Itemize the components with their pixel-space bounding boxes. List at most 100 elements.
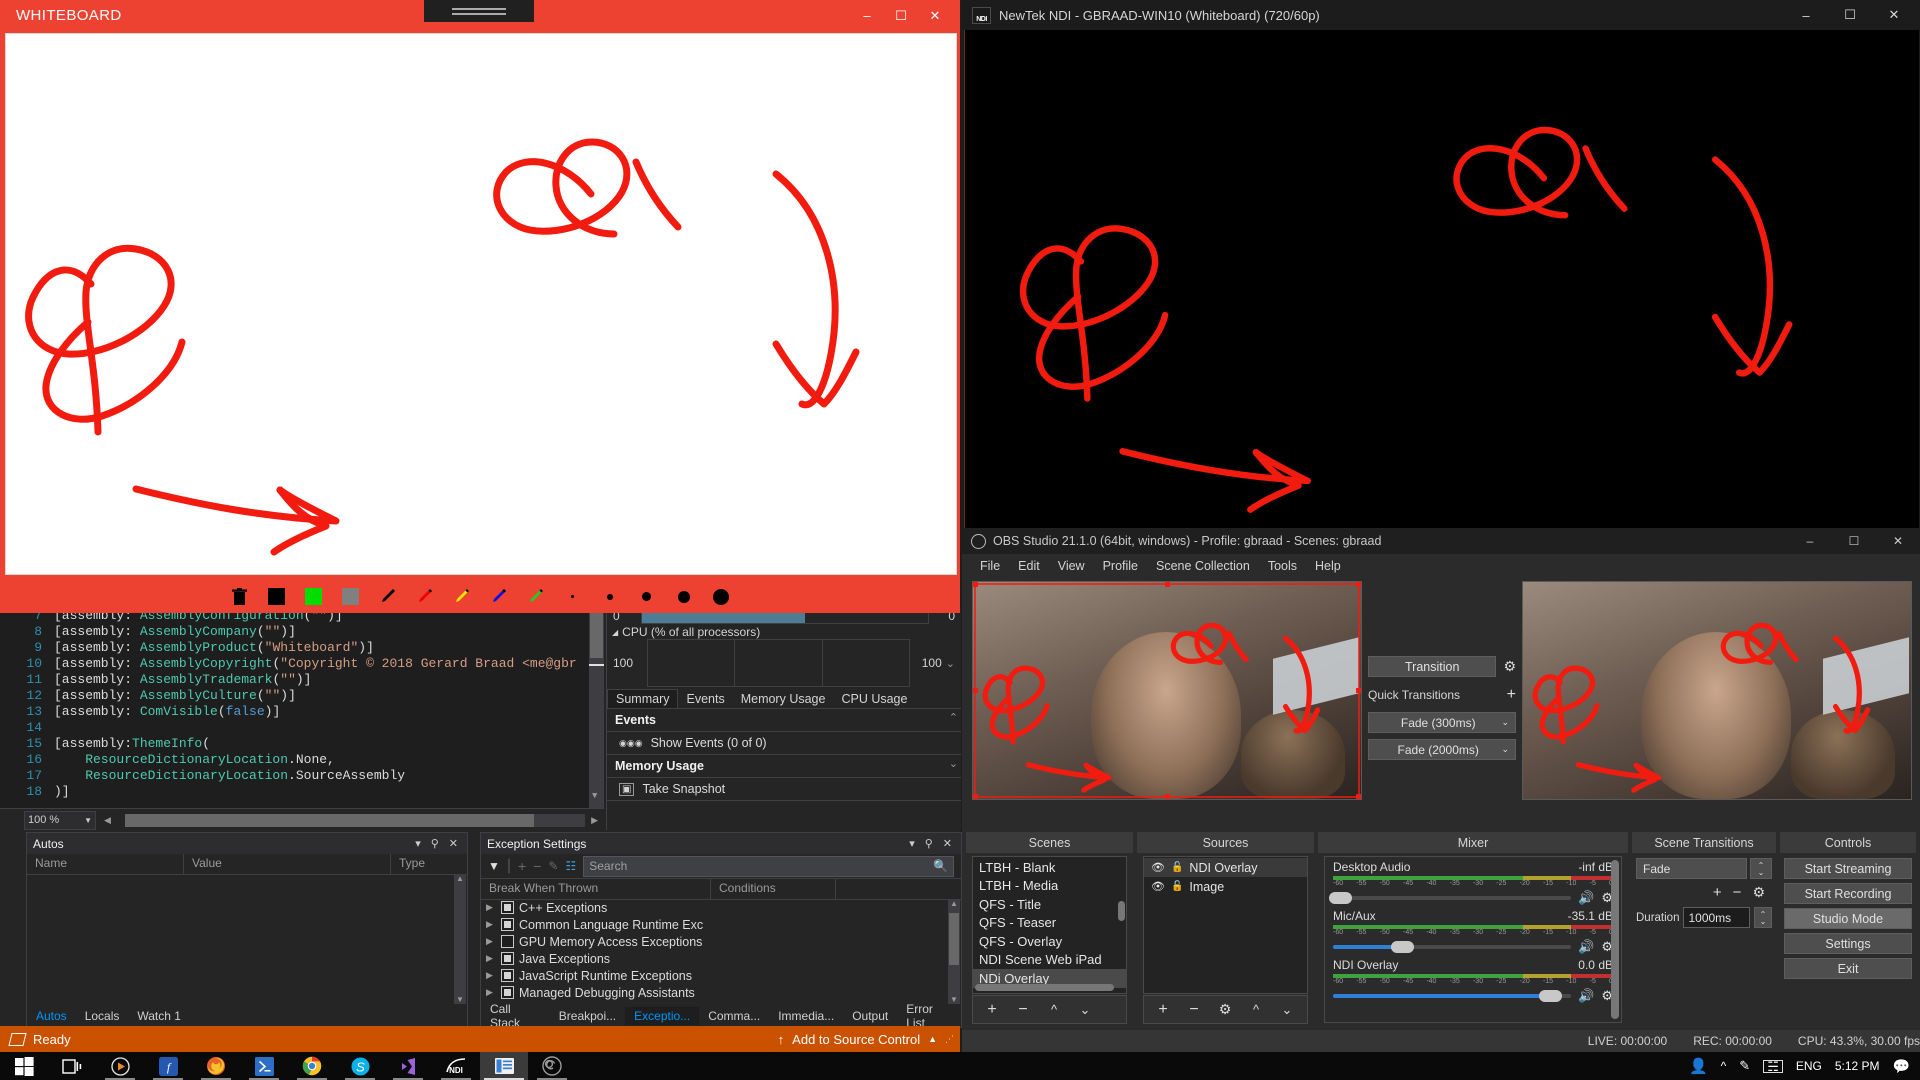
source-control-up-arrow-icon[interactable]: ↑ <box>778 1032 785 1047</box>
taskbar-visual-studio[interactable] <box>480 1052 528 1080</box>
exception-checkbox[interactable] <box>501 918 514 931</box>
expand-arrow-icon[interactable]: ▶ <box>486 987 496 998</box>
editor-horizontal-scrollbar[interactable] <box>124 813 586 827</box>
add-quick-transition-icon[interactable]: + <box>1507 686 1516 704</box>
autos-scrollbar[interactable]: ▲ ▼ <box>454 874 466 1004</box>
brush-size-1-button[interactable] <box>562 586 584 608</box>
mixer-scrollbar[interactable] <box>1611 860 1619 1019</box>
clear-trash-button[interactable] <box>229 586 251 608</box>
notifications-icon[interactable]: 💬 <box>1893 1058 1910 1075</box>
chevron-down-icon[interactable]: ▾ <box>906 837 918 850</box>
taskbar-skype[interactable]: S <box>336 1052 384 1080</box>
eye-icon[interactable]: 👁 <box>1151 861 1165 874</box>
taskbar-f-app[interactable]: f <box>144 1052 192 1080</box>
close-icon[interactable]: ✕ <box>918 0 952 31</box>
pen-icon[interactable]: ✎ <box>1739 1058 1750 1074</box>
minimize-icon[interactable]: – <box>1788 528 1832 554</box>
brush-size-3-button[interactable] <box>636 586 658 608</box>
show-hidden-icons-button[interactable]: ^ <box>1721 1059 1727 1073</box>
edit-condition-icon[interactable]: ✎ <box>548 859 558 873</box>
menu-scene-collection[interactable]: Scene Collection <box>1147 556 1259 576</box>
volume-slider[interactable] <box>1333 990 1572 1002</box>
quick-transition-fade-300[interactable]: Fade (300ms) ⌄ <box>1368 712 1516 733</box>
move-source-down-button[interactable]: ⌄ <box>1273 998 1301 1022</box>
minimize-icon[interactable]: – <box>850 0 884 31</box>
lock-icon[interactable]: 🔓 <box>1171 862 1183 873</box>
scroll-up-arrow-icon[interactable]: ▲ <box>950 899 958 908</box>
duration-spinner[interactable]: ⌃ ⌄ <box>1754 907 1772 928</box>
studio-mode-button[interactable]: Studio Mode <box>1784 908 1912 929</box>
quick-transition-fade-2000[interactable]: Fade (2000ms) ⌄ <box>1368 739 1516 760</box>
close-icon[interactable]: ✕ <box>1876 528 1920 554</box>
chevron-down-icon[interactable]: ▾ <box>412 837 424 850</box>
pen-green-button[interactable] <box>525 586 547 608</box>
preview-scene[interactable] <box>972 581 1362 800</box>
tab-locals[interactable]: Locals <box>76 1007 129 1025</box>
scenes-hscrollbar[interactable] <box>975 984 1114 991</box>
exception-checkbox[interactable] <box>501 901 514 914</box>
expand-arrow-icon[interactable]: ▶ <box>486 919 496 930</box>
mute-speaker-icon[interactable]: 🔊 <box>1578 988 1594 1004</box>
search-input[interactable]: Search 🔍 <box>583 855 954 877</box>
exception-checkbox[interactable] <box>501 986 514 999</box>
mute-speaker-icon[interactable]: 🔊 <box>1578 890 1594 906</box>
maximize-icon[interactable]: ☐ <box>1832 528 1876 554</box>
expand-arrow-icon[interactable]: ▶ <box>486 936 496 947</box>
whiteboard-toolbar[interactable] <box>0 580 960 613</box>
source-list-item[interactable]: 👁 🔓 Image <box>1144 877 1307 896</box>
tab-comma[interactable]: Comma... <box>699 1007 769 1025</box>
obs-menu-bar[interactable]: File Edit View Profile Scene Collection Tools… <box>962 554 1920 577</box>
tab-immedia[interactable]: Immedia... <box>769 1007 843 1025</box>
move-source-up-button[interactable]: ^ <box>1242 998 1270 1022</box>
source-list-item[interactable]: 👁 🔓 NDI Overlay <box>1144 858 1307 877</box>
taskbar-vscode[interactable] <box>384 1052 432 1080</box>
ndi-title-bar[interactable]: NDI NewTek NDI - GBRAAD-WIN10 (Whiteboar… <box>962 0 1920 30</box>
exception-rows[interactable]: ▶ C++ Exceptions ▶ Common Language Runtime … <box>482 899 947 1001</box>
exception-checkbox[interactable] <box>501 952 514 965</box>
menu-view[interactable]: View <box>1049 556 1094 576</box>
taskbar-powershell[interactable] <box>240 1052 288 1080</box>
taskbar-chrome[interactable] <box>288 1052 336 1080</box>
fill-green-swatch[interactable] <box>303 586 325 608</box>
minimize-icon[interactable]: – <box>1784 0 1828 30</box>
editor-vertical-scrollbar[interactable]: ▼ <box>589 608 604 808</box>
close-icon[interactable]: ✕ <box>446 837 461 850</box>
pen-black-button[interactable] <box>377 586 399 608</box>
move-scene-down-button[interactable]: ⌄ <box>1071 998 1099 1022</box>
gear-icon[interactable]: ⚙ <box>1503 658 1516 675</box>
start-streaming-button[interactable]: Start Streaming <box>1784 858 1912 879</box>
lock-icon[interactable]: 🔓 <box>1171 881 1183 892</box>
scene-list-item[interactable]: QFS - Overlay <box>973 932 1126 951</box>
pen-yellow-button[interactable] <box>451 586 473 608</box>
search-icon[interactable]: 🔍 <box>933 859 948 873</box>
filter-icon[interactable]: ▼ <box>488 859 500 873</box>
scene-list-item[interactable]: QFS - Teaser <box>973 914 1126 933</box>
task-view-button[interactable] <box>48 1052 96 1080</box>
transition-button[interactable]: Transition <box>1368 656 1497 677</box>
sources-list[interactable]: 👁 🔓 NDI Overlay 👁 🔓 Image <box>1143 856 1308 994</box>
remove-scene-button[interactable]: − <box>1009 998 1037 1022</box>
zoom-level-select[interactable]: 100 % ▼ <box>24 810 96 830</box>
scroll-down-arrow-icon[interactable]: ▼ <box>456 995 464 1004</box>
take-snapshot-row[interactable]: ▣ Take Snapshot <box>607 778 961 801</box>
scroll-left-arrow-icon[interactable]: ◀ <box>104 815 111 826</box>
program-scene[interactable] <box>1522 581 1912 800</box>
taskbar-media-player[interactable] <box>96 1052 144 1080</box>
scenes-scrollbar[interactable] <box>1118 901 1125 921</box>
tab-cpu-usage[interactable]: CPU Usage <box>833 690 915 708</box>
pen-blue-button[interactable] <box>488 586 510 608</box>
remove-source-button[interactable]: − <box>1180 998 1208 1022</box>
exception-row[interactable]: ▶ Java Exceptions <box>482 950 947 967</box>
menu-file[interactable]: File <box>971 556 1009 576</box>
scene-list-item[interactable]: LTBH - Media <box>973 877 1126 896</box>
duration-input[interactable]: 1000ms <box>1683 907 1750 928</box>
mute-speaker-icon[interactable]: 🔊 <box>1578 939 1594 955</box>
scenes-list[interactable]: LTBH - Blank LTBH - Media QFS - Title QFS -… <box>972 856 1127 994</box>
collapse-triangle-icon[interactable]: ◢ <box>612 628 618 637</box>
exception-row[interactable]: ▶ Common Language Runtime Exc <box>482 916 947 933</box>
fill-black-swatch[interactable] <box>266 586 288 608</box>
transition-type-select[interactable]: Fade <box>1636 858 1747 879</box>
add-to-source-control-label[interactable]: Add to Source Control <box>792 1032 920 1047</box>
add-exception-icon[interactable]: + <box>518 858 526 874</box>
tab-summary[interactable]: Summary <box>607 689 679 708</box>
